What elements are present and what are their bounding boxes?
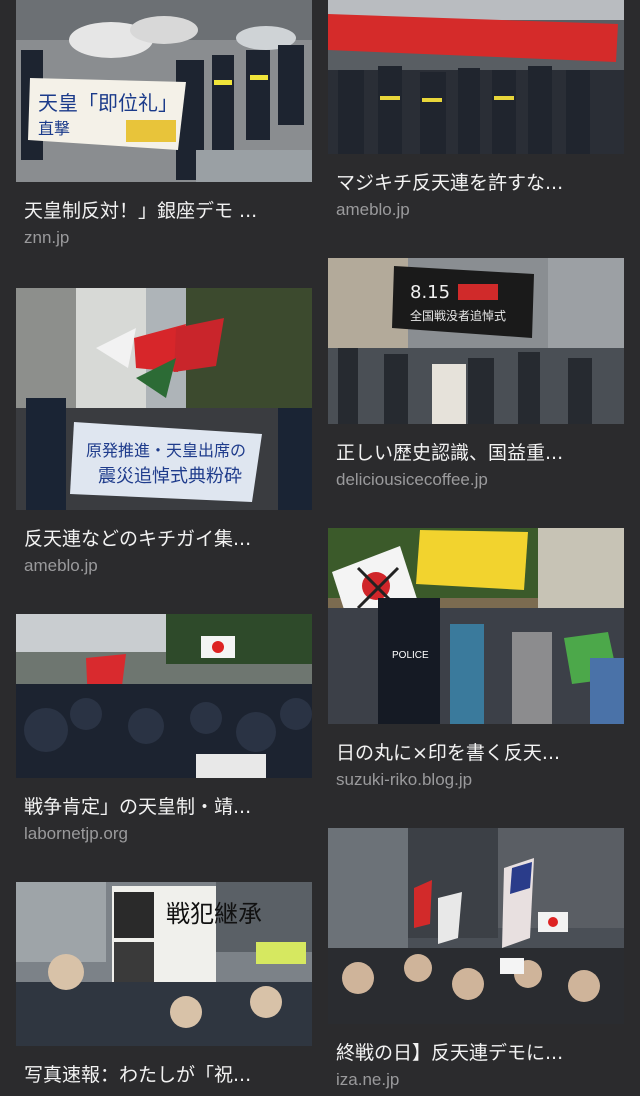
result-title[interactable]: 日の丸に×印を書く反天... xyxy=(336,738,618,765)
protest-photo: 天皇「即位礼」 直撃 xyxy=(16,0,312,182)
result-thumbnail[interactable]: 戦犯継承 xyxy=(16,882,312,1046)
police-text: POLICE xyxy=(392,650,429,661)
result-title[interactable]: 天皇制反対！」銀座デモ ... xyxy=(24,196,306,223)
protest-photo: POLICE xyxy=(328,528,624,724)
result-card[interactable]: 戦犯継承 写真速報：わたしが「祝... xyxy=(16,882,312,1086)
result-thumbnail[interactable]: 8.15 全国戦没者追悼式 xyxy=(328,258,624,424)
banner-text: 8.15 xyxy=(410,282,450,303)
protest-photo: 原発推進・天皇出席の 震災追悼式典粉砕 xyxy=(16,288,312,510)
result-source[interactable]: labornetjp.org xyxy=(24,824,128,844)
banner-text: 直撃 xyxy=(38,119,70,138)
protest-photo xyxy=(328,0,624,154)
result-thumbnail[interactable] xyxy=(328,828,624,1024)
result-card[interactable]: 天皇「即位礼」 直撃 天皇制反対！」銀座デモ ... znn.jp xyxy=(16,0,312,247)
result-thumbnail[interactable]: 天皇「即位礼」 直撃 xyxy=(16,0,312,182)
result-card[interactable]: 戦争肯定」の天皇制・靖... labornetjp.org xyxy=(16,614,312,843)
result-card[interactable]: POLICE 日の丸に×印を書く反天... suzuki-riko.blog.j… xyxy=(328,528,624,789)
result-source[interactable]: ameblo.jp xyxy=(336,200,410,220)
result-title[interactable]: 写真速報：わたしが「祝... xyxy=(24,1060,306,1087)
protest-photo xyxy=(328,828,624,1024)
banner-text: 原発推進・天皇出席の xyxy=(86,441,246,460)
result-thumbnail[interactable] xyxy=(328,0,624,154)
result-thumbnail[interactable] xyxy=(16,614,312,778)
result-thumbnail[interactable]: POLICE xyxy=(328,528,624,724)
result-title[interactable]: 終戦の日】反天連デモに... xyxy=(336,1038,618,1065)
result-source[interactable]: iza.ne.jp xyxy=(336,1070,399,1090)
protest-photo: 8.15 全国戦没者追悼式 xyxy=(328,258,624,424)
protest-photo: 戦犯継承 xyxy=(16,882,312,1046)
banner-text: 全国戦没者追悼式 xyxy=(410,308,506,323)
image-results-grid: 天皇「即位礼」 直撃 天皇制反対！」銀座デモ ... znn.jp 原発推進・天… xyxy=(0,0,640,1096)
result-source[interactable]: znn.jp xyxy=(24,228,69,248)
result-card[interactable]: 原発推進・天皇出席の 震災追悼式典粉砕 反天連などのキチガイ集... amebl… xyxy=(16,288,312,575)
result-title[interactable]: 戦争肯定」の天皇制・靖... xyxy=(24,792,306,819)
protest-photo xyxy=(16,614,312,778)
result-source[interactable]: suzuki-riko.blog.jp xyxy=(336,770,472,790)
banner-text: 天皇「即位礼」 xyxy=(38,91,178,115)
result-title[interactable]: 反天連などのキチガイ集... xyxy=(24,524,306,551)
result-title[interactable]: マジキチ反天連を許すな... xyxy=(336,168,618,195)
result-source[interactable]: deliciousicecoffee.jp xyxy=(336,470,488,490)
result-title[interactable]: 正しい歴史認識、国益重... xyxy=(336,438,618,465)
placard-text: 戦犯継承 xyxy=(166,900,262,928)
result-card[interactable]: 8.15 全国戦没者追悼式 正しい歴史認識、国益重... deliciousic… xyxy=(328,258,624,489)
result-card[interactable]: マジキチ反天連を許すな... ameblo.jp xyxy=(328,0,624,219)
result-source[interactable]: ameblo.jp xyxy=(24,556,98,576)
banner-text: 震災追悼式典粉砕 xyxy=(98,466,242,487)
result-card[interactable]: 終戦の日】反天連デモに... iza.ne.jp xyxy=(328,828,624,1089)
result-thumbnail[interactable]: 原発推進・天皇出席の 震災追悼式典粉砕 xyxy=(16,288,312,510)
